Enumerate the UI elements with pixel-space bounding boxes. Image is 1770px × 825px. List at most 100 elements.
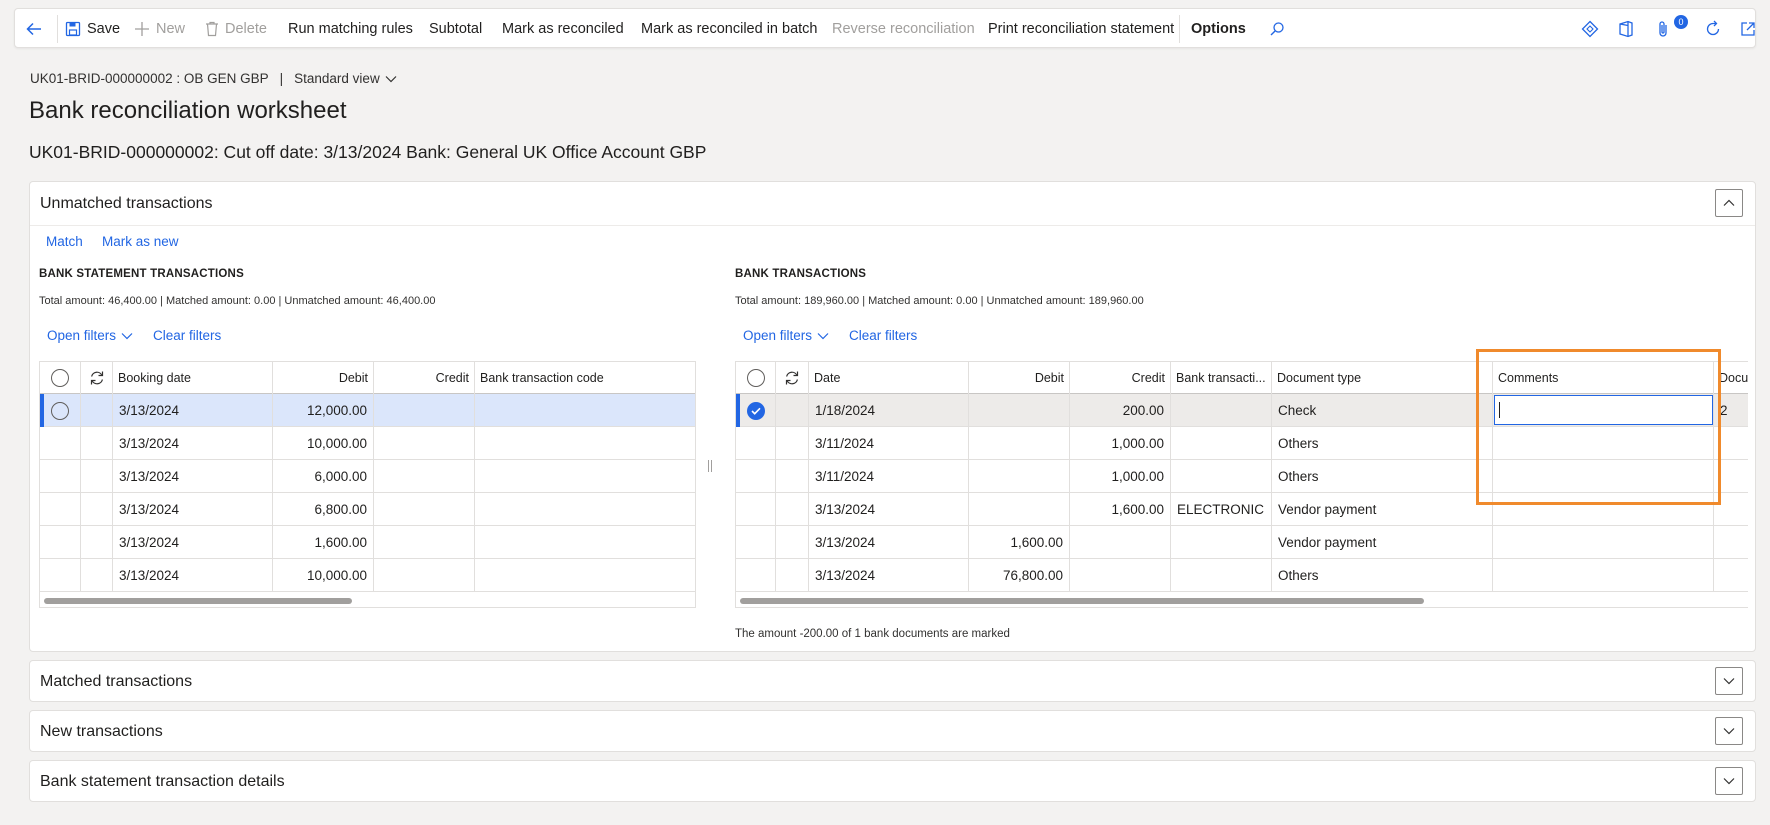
col-debit[interactable]: Debit bbox=[969, 362, 1070, 394]
col-date[interactable]: Date bbox=[809, 362, 969, 394]
refresh-button[interactable] bbox=[1704, 9, 1722, 49]
sync-icon bbox=[90, 371, 103, 385]
cell-bank-transaction-type bbox=[1171, 559, 1272, 592]
new-transactions-section[interactable]: New transactions bbox=[29, 710, 1756, 752]
delete-button[interactable]: Delete bbox=[205, 9, 267, 49]
mark-as-new-button[interactable]: Mark as new bbox=[102, 234, 179, 249]
bank-statement-details-section[interactable]: Bank statement transaction details bbox=[29, 760, 1756, 802]
col-booking-date[interactable]: Booking date bbox=[113, 362, 273, 394]
col-credit[interactable]: Credit bbox=[374, 362, 475, 394]
statement-horizontal-scrollbar[interactable] bbox=[44, 598, 352, 604]
mark-as-reconciled-button[interactable]: Mark as reconciled bbox=[502, 9, 624, 49]
chevron-down-icon bbox=[1723, 778, 1735, 785]
select-all-checkbox[interactable] bbox=[736, 362, 776, 394]
row-select[interactable] bbox=[40, 460, 81, 493]
bank-open-filters[interactable]: Open filters bbox=[743, 328, 829, 343]
view-selector[interactable]: Standard view bbox=[294, 71, 397, 86]
collapse-button[interactable] bbox=[1715, 189, 1743, 217]
row-select[interactable] bbox=[736, 493, 776, 526]
cell-document bbox=[1714, 526, 1748, 559]
row-spacer bbox=[81, 559, 113, 592]
row-select[interactable] bbox=[736, 460, 776, 493]
subtotal-button[interactable]: Subtotal bbox=[429, 9, 482, 49]
record-caption: UK01-BRID-000000002 : OB GEN GBP bbox=[30, 71, 269, 86]
diamond-button[interactable] bbox=[1581, 9, 1599, 49]
cell-document-type: Vendor payment bbox=[1272, 493, 1493, 526]
refresh-column[interactable] bbox=[776, 362, 809, 394]
cell-booking-date: 3/13/2024 bbox=[113, 394, 273, 427]
row-select[interactable] bbox=[736, 526, 776, 559]
breadcrumb-separator: | bbox=[279, 71, 284, 86]
row-select[interactable] bbox=[736, 559, 776, 592]
statement-clear-filters[interactable]: Clear filters bbox=[153, 328, 221, 343]
table-row[interactable]: 3/13/2024 1,600.00 Vendor payment bbox=[736, 526, 1748, 559]
refresh-icon bbox=[1706, 20, 1720, 36]
cell-credit: 1,000.00 bbox=[1070, 460, 1171, 493]
row-select[interactable] bbox=[40, 559, 81, 592]
matched-transactions-section[interactable]: Matched transactions bbox=[29, 660, 1756, 702]
cell-bank-transaction-type bbox=[1171, 460, 1272, 493]
office-button[interactable] bbox=[1618, 9, 1634, 49]
radio-icon bbox=[51, 369, 69, 387]
cell-debit: 76,800.00 bbox=[969, 559, 1070, 592]
expand-button[interactable] bbox=[1715, 667, 1743, 695]
cell-credit: 200.00 bbox=[1070, 394, 1171, 427]
table-row[interactable]: 3/13/2024 12,000.00 bbox=[40, 394, 695, 427]
statement-open-filters[interactable]: Open filters bbox=[47, 328, 133, 343]
row-select[interactable] bbox=[736, 427, 776, 460]
open-new-window-button[interactable] bbox=[1740, 9, 1756, 49]
cell-document-type: Others bbox=[1272, 427, 1493, 460]
table-row[interactable]: 3/13/2024 76,800.00 Others bbox=[736, 559, 1748, 592]
row-select[interactable] bbox=[40, 427, 81, 460]
chevron-up-icon bbox=[1723, 199, 1735, 206]
row-spacer bbox=[776, 427, 809, 460]
bank-horizontal-scrollbar[interactable] bbox=[740, 598, 1424, 604]
cell-date: 3/13/2024 bbox=[809, 493, 969, 526]
row-select[interactable] bbox=[40, 394, 81, 427]
row-select[interactable] bbox=[40, 526, 81, 559]
save-button[interactable]: Save bbox=[65, 9, 120, 49]
row-select[interactable] bbox=[40, 493, 81, 526]
delete-label: Delete bbox=[225, 21, 267, 37]
unmatched-section-title[interactable]: Unmatched transactions bbox=[40, 195, 213, 213]
print-statement-button[interactable]: Print reconciliation statement bbox=[988, 9, 1174, 49]
bank-clear-filters[interactable]: Clear filters bbox=[849, 328, 917, 343]
table-row[interactable]: 3/13/2024 6,800.00 bbox=[40, 493, 695, 526]
expand-button[interactable] bbox=[1715, 767, 1743, 795]
run-matching-rules-button[interactable]: Run matching rules bbox=[288, 9, 413, 49]
paperclip-icon bbox=[1659, 21, 1667, 37]
search-button[interactable] bbox=[1269, 9, 1285, 49]
new-button[interactable]: New bbox=[134, 9, 185, 49]
cell-debit: 10,000.00 bbox=[273, 559, 374, 592]
reverse-reconciliation-button[interactable]: Reverse reconciliation bbox=[832, 9, 975, 49]
select-all-checkbox[interactable] bbox=[40, 362, 81, 394]
col-credit[interactable]: Credit bbox=[1070, 362, 1171, 394]
new-section-title: New transactions bbox=[40, 723, 163, 740]
table-row[interactable]: 3/13/2024 1,600.00 bbox=[40, 526, 695, 559]
table-row[interactable]: 3/13/2024 10,000.00 bbox=[40, 427, 695, 460]
splitter-handle[interactable] bbox=[708, 460, 712, 472]
back-button[interactable] bbox=[25, 9, 43, 49]
match-button[interactable]: Match bbox=[46, 234, 83, 249]
cell-booking-date: 3/13/2024 bbox=[113, 427, 273, 460]
cell-document-type: Vendor payment bbox=[1272, 526, 1493, 559]
col-bank-transaction-code[interactable]: Bank transaction code bbox=[475, 362, 695, 394]
matched-section-title: Matched transactions bbox=[40, 673, 193, 690]
cell-bank-transaction-type bbox=[1171, 394, 1272, 427]
cell-booking-date: 3/13/2024 bbox=[113, 526, 273, 559]
table-row[interactable]: 3/13/2024 10,000.00 bbox=[40, 559, 695, 592]
trash-icon bbox=[206, 21, 218, 37]
mark-as-reconciled-batch-button[interactable]: Mark as reconciled in batch bbox=[641, 9, 818, 49]
row-select[interactable] bbox=[736, 394, 776, 427]
expand-button[interactable] bbox=[1715, 717, 1743, 745]
row-spacer bbox=[776, 526, 809, 559]
refresh-column[interactable] bbox=[81, 362, 113, 394]
col-document-type[interactable]: Document type bbox=[1272, 362, 1493, 394]
col-debit[interactable]: Debit bbox=[273, 362, 374, 394]
attachments-button[interactable] bbox=[1655, 9, 1671, 49]
col-bank-transaction-type[interactable]: Bank transacti... bbox=[1171, 362, 1272, 394]
options-button[interactable]: Options bbox=[1191, 9, 1246, 49]
cell-bank-transaction-code bbox=[475, 559, 695, 592]
row-spacer bbox=[776, 460, 809, 493]
table-row[interactable]: 3/13/2024 6,000.00 bbox=[40, 460, 695, 493]
